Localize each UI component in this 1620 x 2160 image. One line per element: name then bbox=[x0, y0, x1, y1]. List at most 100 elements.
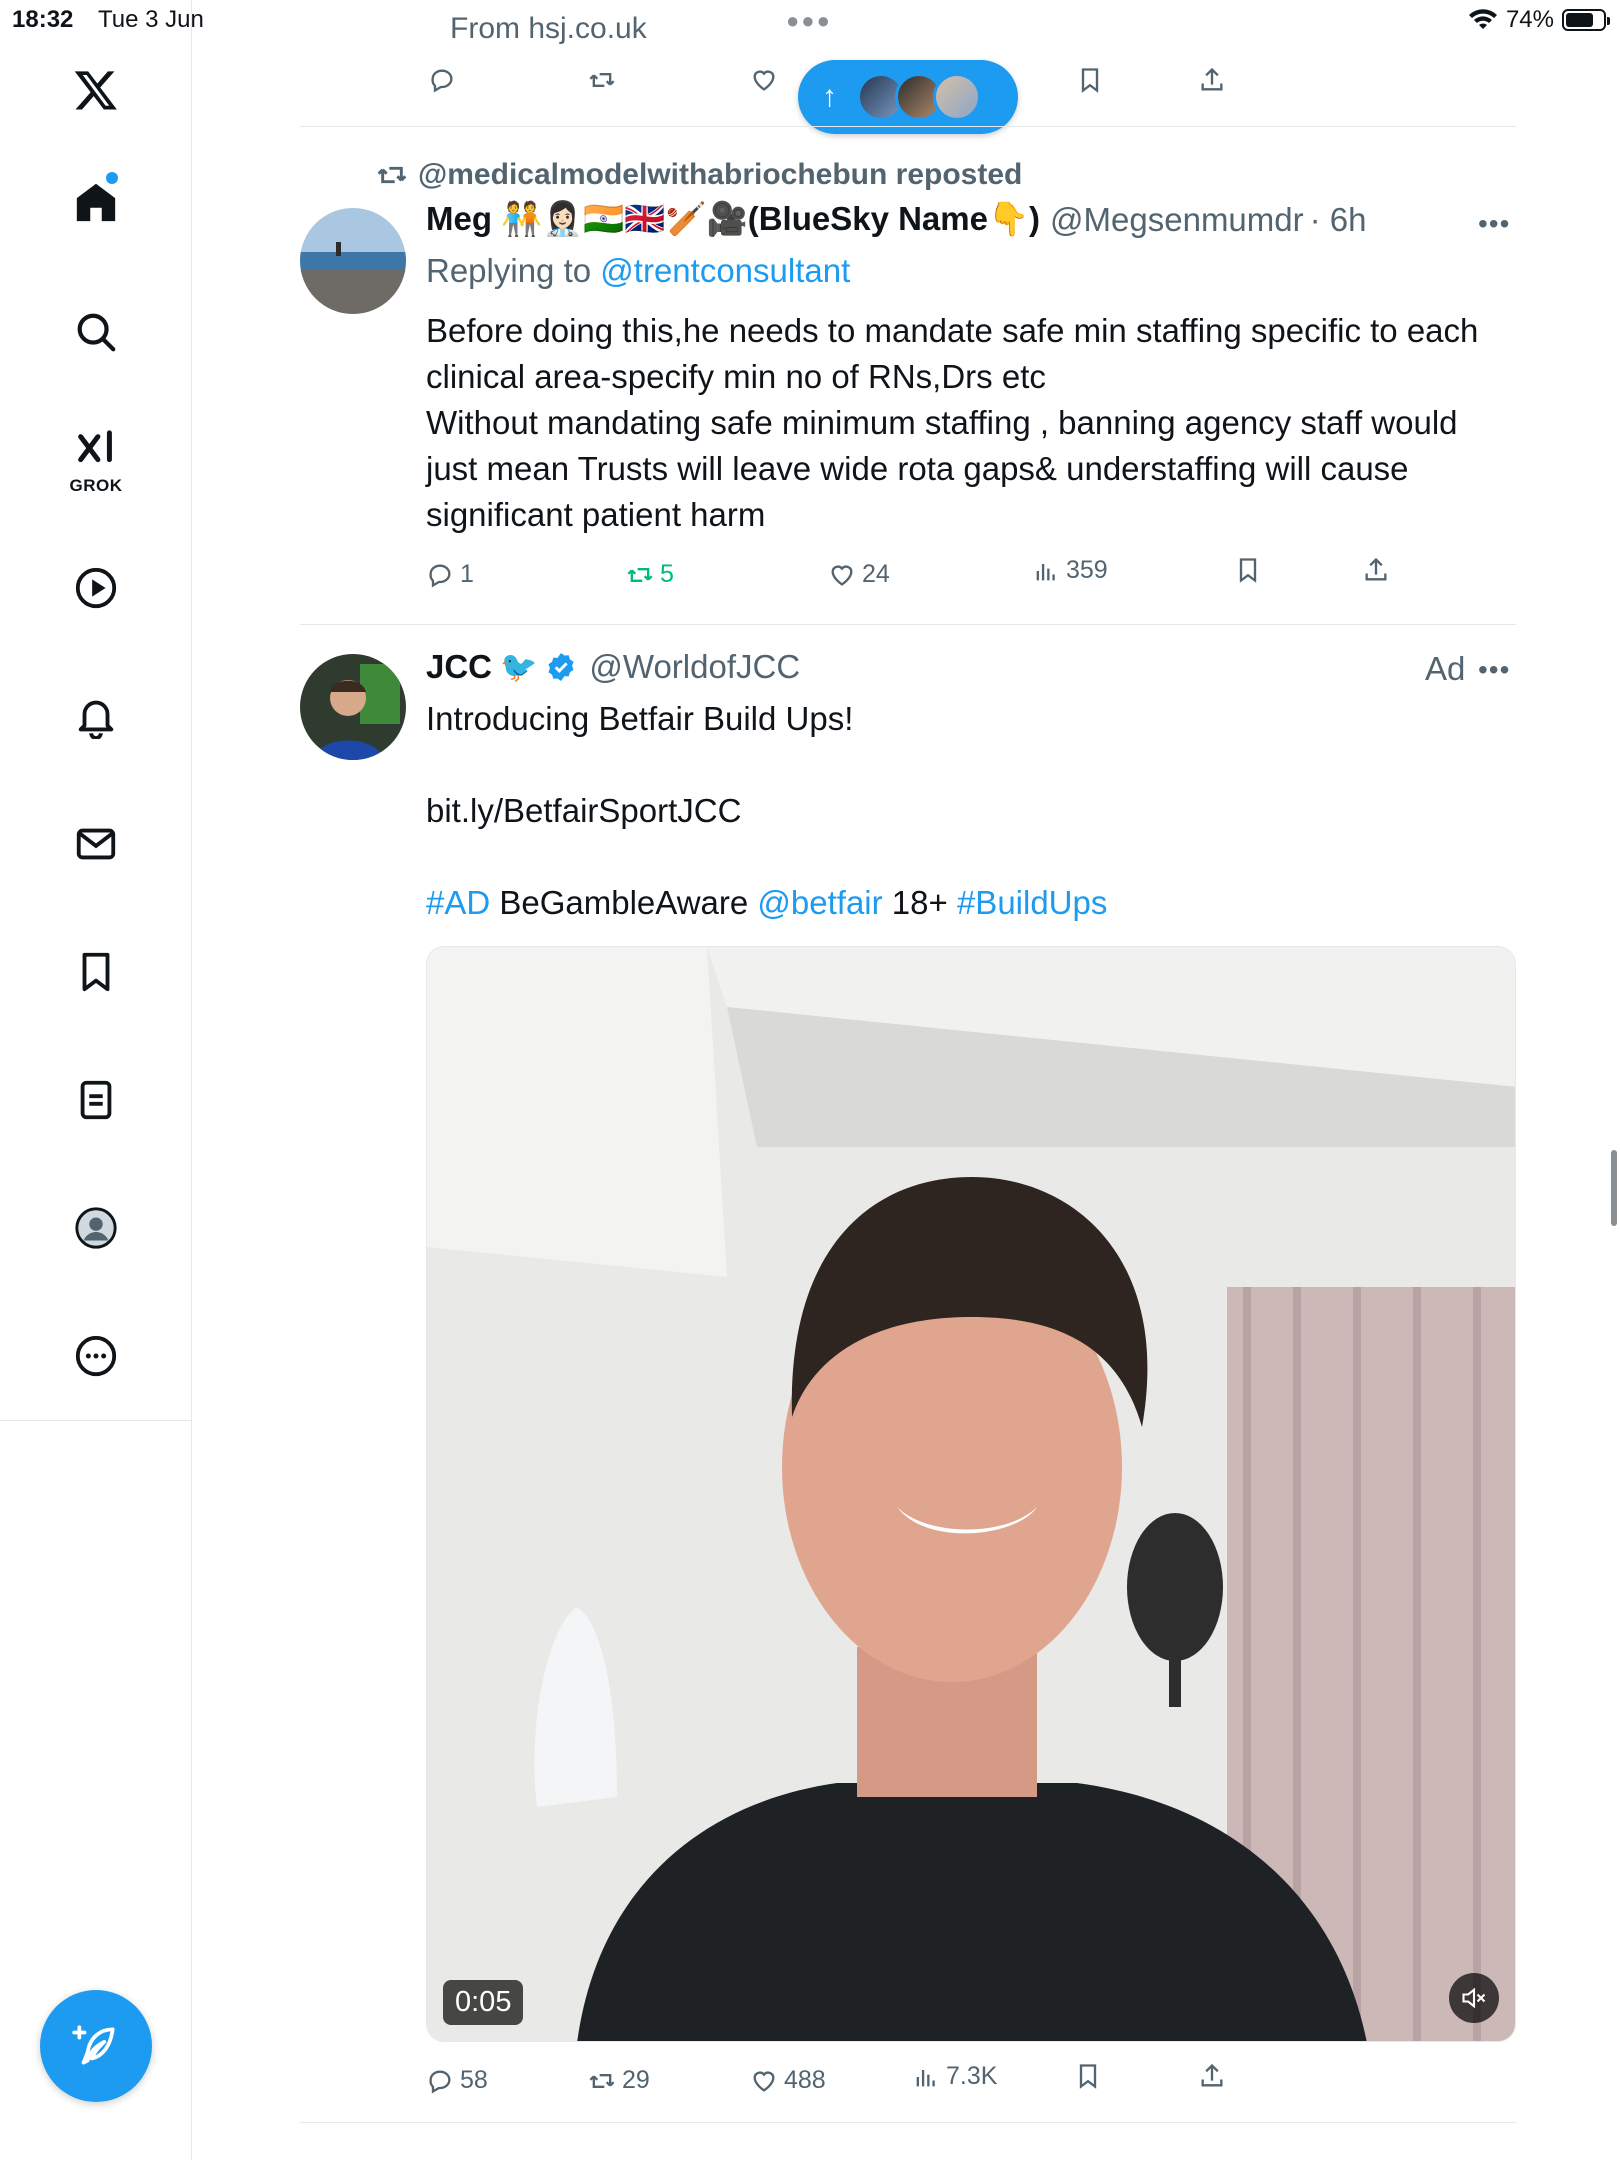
views-button[interactable]: 359 bbox=[1032, 556, 1108, 585]
more-options-icon[interactable]: ••• bbox=[1478, 208, 1510, 240]
share-button[interactable] bbox=[1198, 66, 1226, 94]
reply-button[interactable]: 1 bbox=[426, 560, 474, 589]
repost-button[interactable]: 29 bbox=[588, 2066, 650, 2095]
search-icon[interactable] bbox=[64, 300, 128, 364]
heart-icon bbox=[831, 564, 853, 586]
wifi-icon bbox=[1468, 9, 1497, 29]
mute-button[interactable] bbox=[1449, 1973, 1499, 2023]
bookmark-icon bbox=[1081, 68, 1099, 93]
sidebar: GROK bbox=[0, 0, 192, 2160]
grok-label: GROK bbox=[69, 476, 123, 495]
avatar[interactable] bbox=[300, 208, 406, 314]
mention-link[interactable]: @betfair bbox=[757, 884, 882, 921]
heart-icon bbox=[753, 2070, 775, 2092]
repost-count: 29 bbox=[622, 2066, 650, 2094]
view-count: 7.3K bbox=[946, 2062, 998, 2090]
scrollbar[interactable] bbox=[1611, 1150, 1617, 1226]
replying-to-label: Replying to bbox=[426, 252, 592, 289]
video-play-icon[interactable] bbox=[64, 556, 128, 620]
feed-divider bbox=[300, 2122, 1516, 2123]
bookmark-button[interactable] bbox=[1076, 66, 1104, 94]
profile-avatar-icon[interactable] bbox=[64, 1196, 128, 1260]
new-posts-pill[interactable]: ↑ bbox=[798, 60, 1018, 134]
display-name[interactable]: Meg 🧑‍🤝‍🧑👩🏻‍⚕️🇮🇳🇬🇧🏏🎥(BlueSky Name👇) bbox=[426, 200, 1040, 239]
share-icon bbox=[1201, 2063, 1223, 2087]
lists-icon[interactable] bbox=[64, 1068, 128, 1132]
display-name[interactable]: JCC bbox=[426, 648, 492, 686]
repost-button[interactable] bbox=[588, 66, 616, 94]
video-timestamp: 0:05 bbox=[443, 1980, 524, 2025]
reply-count: 1 bbox=[460, 560, 474, 588]
like-button[interactable]: 488 bbox=[750, 2066, 826, 2095]
like-button[interactable]: 24 bbox=[828, 560, 890, 589]
pill-avatar bbox=[933, 73, 981, 121]
compose-feather-icon bbox=[72, 2025, 115, 2065]
bookmark-button[interactable] bbox=[1234, 556, 1262, 584]
home-icon[interactable] bbox=[64, 170, 128, 234]
ad-hashtags-line: #AD BeGambleAware @betfair 18+ #BuildUps bbox=[426, 884, 1516, 922]
repost-icon bbox=[589, 2073, 615, 2088]
bookmark-button[interactable] bbox=[1074, 2062, 1102, 2090]
verified-badge-icon bbox=[548, 653, 574, 681]
messages-envelope-icon[interactable] bbox=[64, 812, 128, 876]
link-card-source[interactable]: From hsj.co.uk bbox=[450, 12, 647, 46]
more-options-icon[interactable]: ••• bbox=[1478, 654, 1510, 686]
bookmarks-icon[interactable] bbox=[64, 940, 128, 1004]
reply-count: 58 bbox=[460, 2066, 488, 2094]
ad-label: Ad bbox=[1425, 650, 1466, 687]
ad-text: 18+ bbox=[891, 884, 948, 921]
repost-icon bbox=[627, 567, 653, 582]
reply-icon bbox=[429, 564, 451, 588]
ad-text: BeGambleAware bbox=[499, 884, 749, 921]
post-time[interactable]: · 6h bbox=[1310, 201, 1367, 239]
user-handle[interactable]: @WorldofJCC bbox=[589, 648, 800, 686]
user-handle[interactable]: @Megsenmumdr bbox=[1050, 201, 1304, 239]
feed-divider bbox=[300, 624, 1516, 625]
muted-speaker-icon bbox=[1462, 1987, 1486, 2009]
battery-percent: 74% bbox=[1505, 6, 1554, 33]
avatar[interactable] bbox=[300, 654, 406, 760]
bookmark-icon bbox=[1239, 558, 1257, 583]
repost-count: 5 bbox=[660, 560, 674, 588]
reply-icon bbox=[431, 69, 453, 93]
views-chart-icon bbox=[1036, 563, 1055, 580]
replying-to-handle[interactable]: @trentconsultant bbox=[600, 252, 850, 289]
like-button[interactable] bbox=[750, 66, 778, 94]
status-bar: 18:32 Tue 3 Jun ●●● 74% bbox=[0, 0, 1620, 40]
feed-divider bbox=[300, 126, 1516, 127]
tweet-header: JCC 🐦 @WorldofJCC bbox=[426, 648, 800, 686]
repost-label[interactable]: @medicalmodelwithabriochebun reposted bbox=[418, 158, 1022, 192]
sidebar-divider bbox=[0, 1420, 192, 1421]
share-icon bbox=[1365, 557, 1387, 581]
x-logo-icon[interactable] bbox=[64, 58, 128, 122]
reply-button[interactable] bbox=[428, 66, 456, 94]
repost-button[interactable]: 5 bbox=[626, 560, 674, 589]
ad-link[interactable]: bit.ly/BetfairSportJCC bbox=[426, 792, 1516, 830]
hashtag-link[interactable]: #BuildUps bbox=[957, 884, 1107, 921]
ad-video-player[interactable]: 0:05 bbox=[426, 946, 1516, 2042]
hashtag-link[interactable]: #AD bbox=[426, 884, 490, 921]
tweet-text-line: Before doing this,he needs to mandate sa… bbox=[426, 312, 1479, 395]
share-button[interactable] bbox=[1362, 556, 1390, 584]
video-frame-image bbox=[427, 947, 1515, 2041]
more-options-icon[interactable] bbox=[64, 1324, 128, 1388]
repost-attribution: @medicalmodelwithabriochebun reposted bbox=[376, 158, 1022, 192]
tweet-text: Before doing this,he needs to mandate sa… bbox=[426, 308, 1516, 538]
views-button[interactable]: 7.3K bbox=[912, 2062, 997, 2091]
share-button[interactable] bbox=[1198, 2062, 1226, 2090]
like-count: 488 bbox=[784, 2066, 826, 2094]
compose-post-button[interactable] bbox=[40, 1990, 152, 2102]
jcc-avatar-image bbox=[300, 654, 406, 760]
share-icon bbox=[1201, 67, 1223, 91]
heart-icon bbox=[753, 70, 775, 91]
reply-icon bbox=[429, 2070, 451, 2094]
repost-icon bbox=[377, 166, 407, 184]
multitask-dots-icon[interactable]: ●●● bbox=[786, 8, 832, 34]
repost-icon bbox=[589, 73, 615, 87]
reply-button[interactable]: 58 bbox=[426, 2066, 488, 2095]
notifications-bell-icon[interactable] bbox=[64, 684, 128, 748]
tweet-text-line: Without mandating safe minimum staffing … bbox=[426, 404, 1458, 533]
bird-emoji: 🐦 bbox=[500, 650, 538, 684]
bookmark-icon bbox=[1079, 2064, 1097, 2089]
grok-icon[interactable] bbox=[64, 420, 128, 484]
